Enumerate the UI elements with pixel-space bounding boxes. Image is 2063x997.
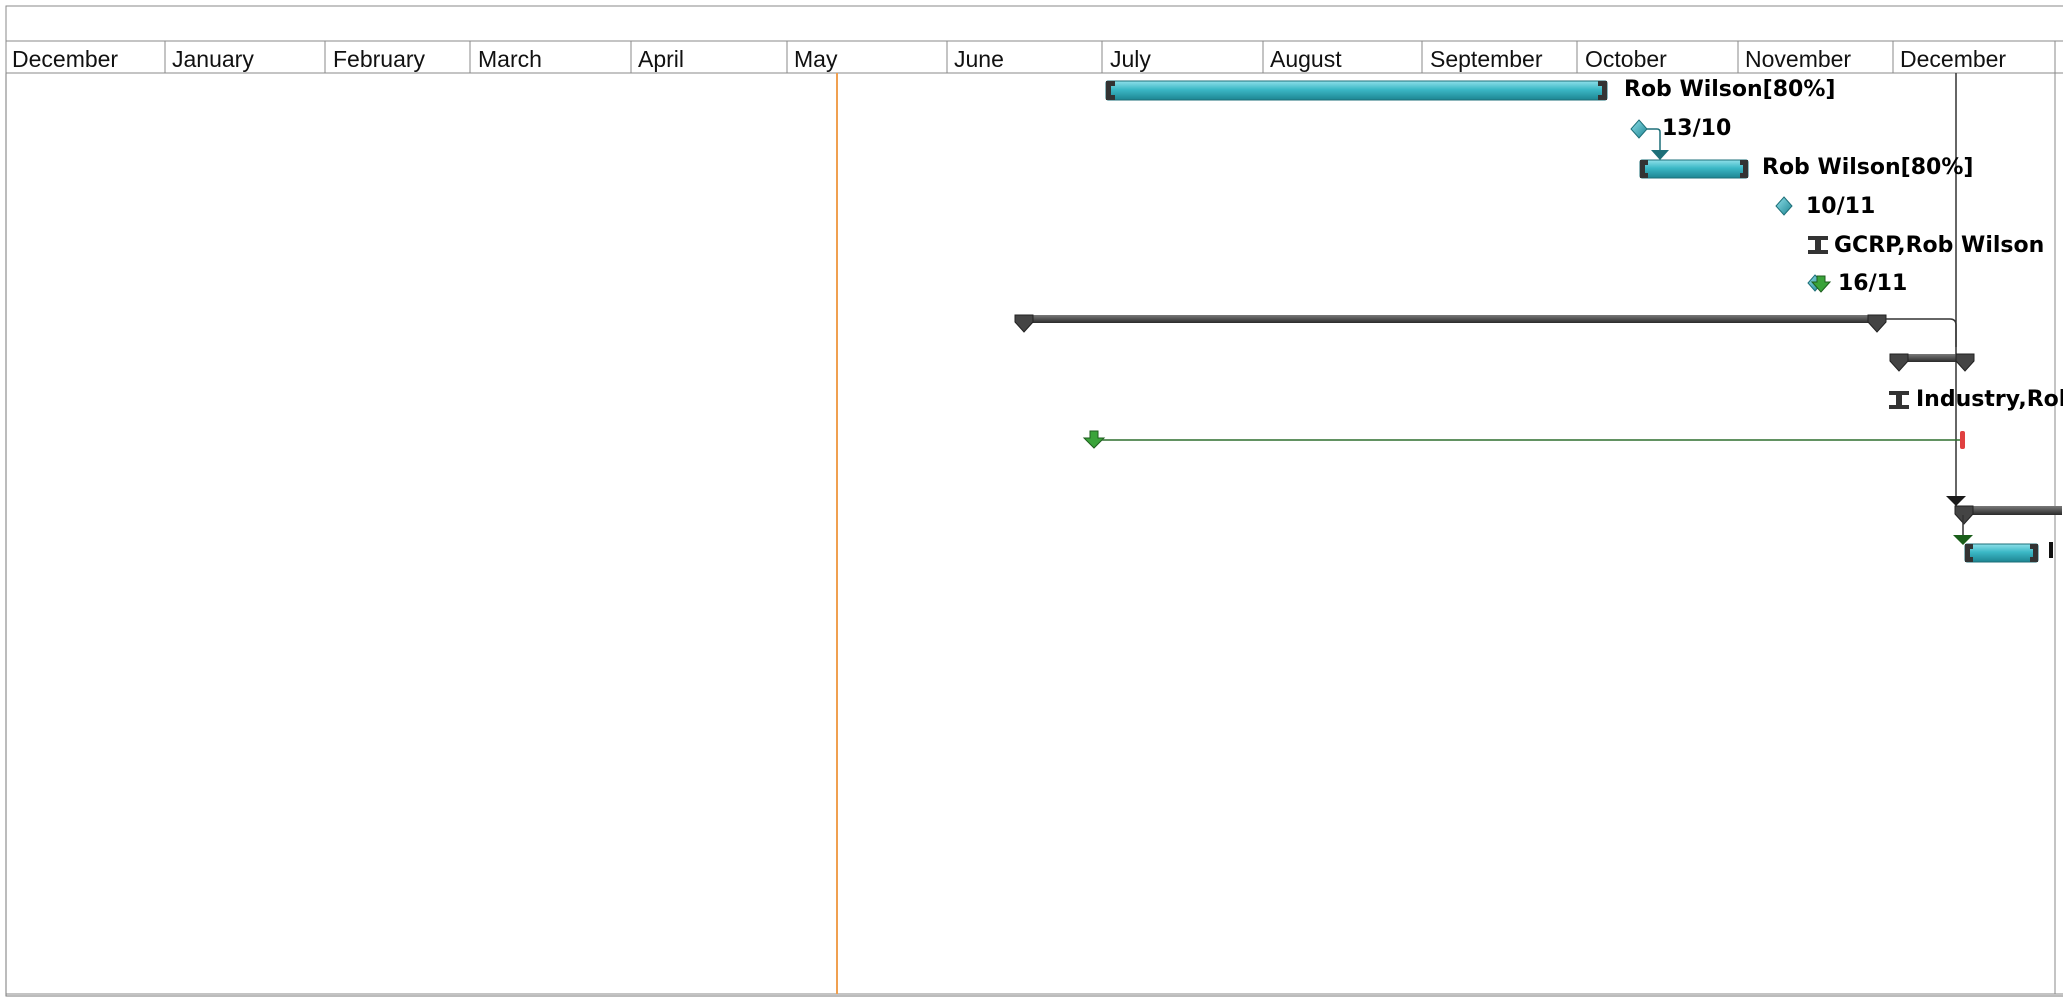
milestone-date-label: 10/11 [1806, 194, 1875, 219]
task-bar[interactable] [1639, 159, 1749, 179]
month-label: October [1585, 46, 1667, 72]
milestone-date-label: 13/10 [1662, 116, 1731, 141]
resource-label-fragment [2049, 542, 2053, 558]
gantt-chart: December January February March April Ma… [5, 5, 2063, 997]
month-label: February [333, 46, 426, 72]
resource-label: Rob Wilson[80%] [1762, 155, 1973, 180]
month-label: December [12, 46, 118, 72]
month-label: December [1900, 46, 2006, 72]
month-label: June [954, 46, 1004, 72]
task-bar[interactable] [1105, 80, 1608, 101]
resource-label: Rob Wilson[80%] [1624, 77, 1835, 102]
month-label: November [1745, 46, 1851, 72]
month-label: May [794, 46, 838, 72]
resource-label: Industry,Rob [1916, 387, 2063, 412]
month-label: September [1430, 46, 1543, 72]
month-label: July [1110, 46, 1151, 72]
resource-label: GCRP,Rob Wilson [1834, 233, 2044, 258]
month-label: August [1270, 46, 1342, 72]
task-bar[interactable] [1964, 543, 2039, 563]
status-marker [1960, 431, 1965, 449]
chart-frame [5, 5, 2063, 997]
milestone-date-label: 16/11 [1838, 271, 1907, 296]
month-label: March [478, 46, 542, 72]
month-label: January [172, 46, 254, 72]
timescale-top-tier [5, 5, 2063, 42]
month-label: April [638, 46, 684, 72]
